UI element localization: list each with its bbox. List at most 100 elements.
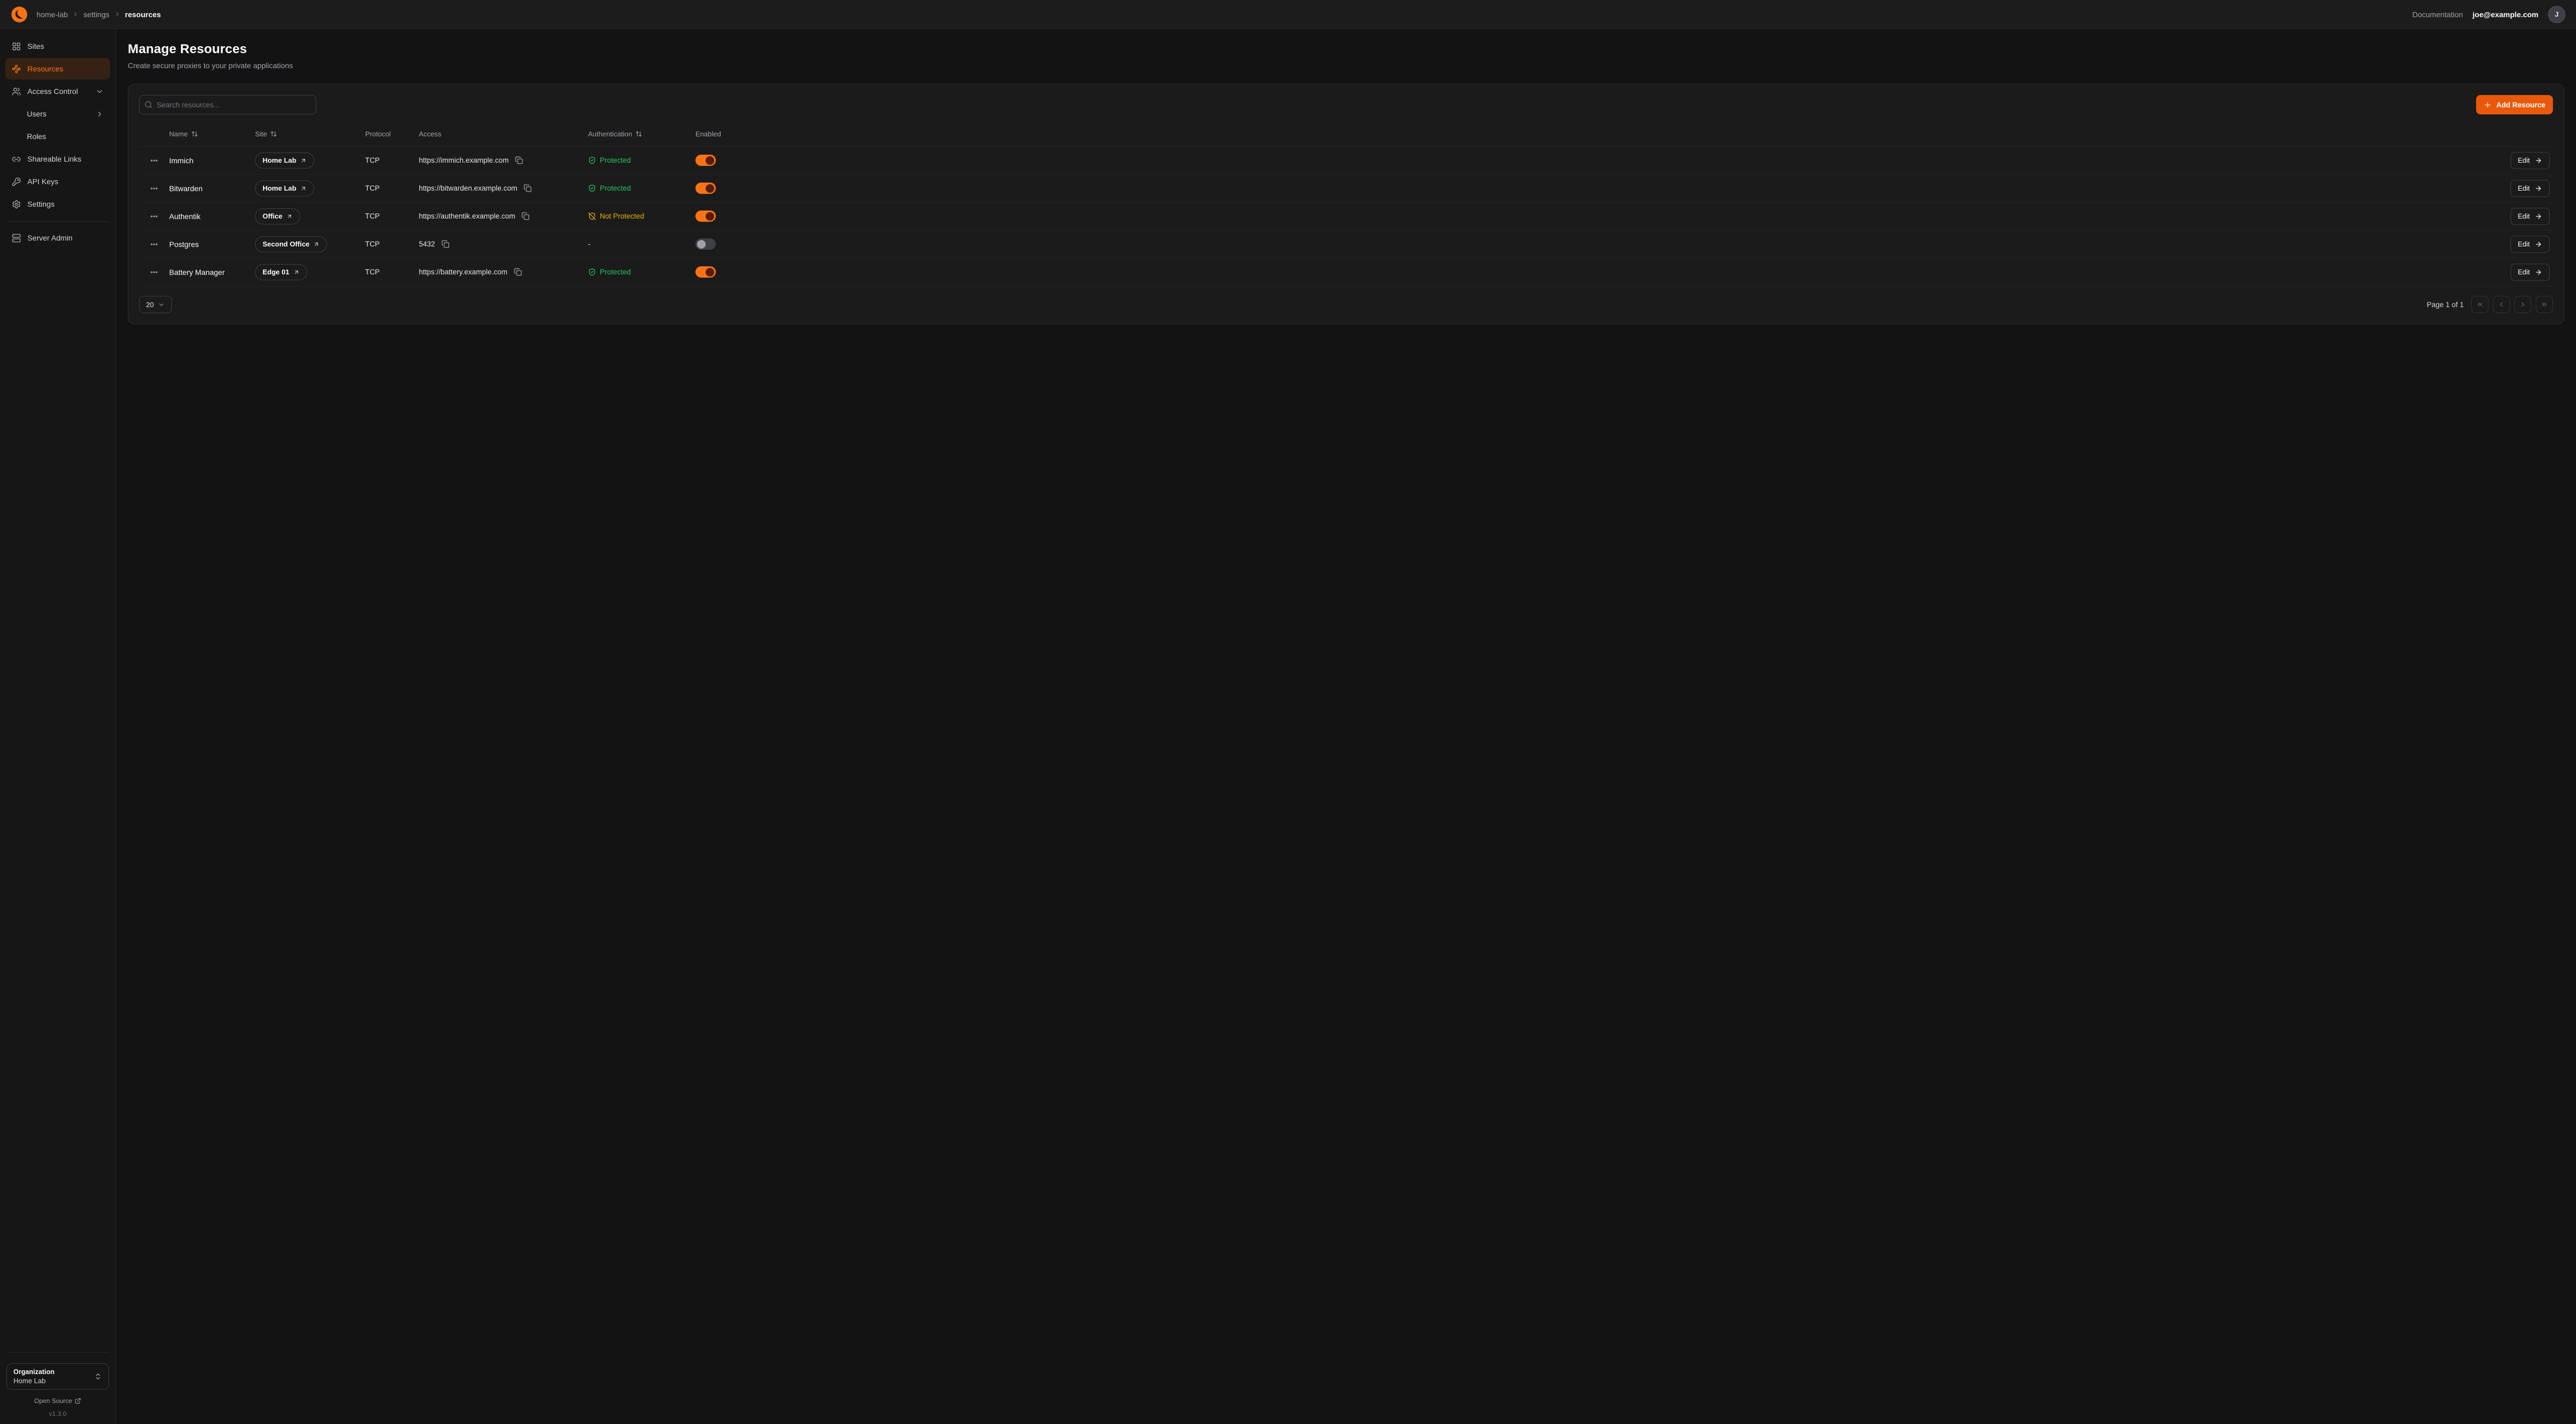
copy-button[interactable] <box>514 155 524 165</box>
site-link-button[interactable]: Edge 01 <box>255 264 307 280</box>
auth-label: - <box>588 240 591 248</box>
sidebar-item-label: Sites <box>27 42 44 50</box>
auth-status: Protected <box>588 184 695 192</box>
resource-access: 5432 <box>419 240 435 248</box>
site-link-button[interactable]: Office <box>255 208 300 224</box>
sort-icon <box>191 130 198 137</box>
add-resource-button[interactable]: Add Resource <box>2476 95 2553 114</box>
chevron-right-icon <box>114 11 121 18</box>
search-input[interactable] <box>139 95 316 114</box>
organization-selector[interactable]: Organization Home Lab <box>6 1363 109 1390</box>
column-header-name[interactable]: Name <box>169 130 255 138</box>
more-horizontal-icon <box>150 156 158 165</box>
site-link-button[interactable]: Home Lab <box>255 152 314 169</box>
site-link-button[interactable]: Second Office <box>255 236 327 252</box>
sidebar-item-users[interactable]: Users <box>5 103 110 125</box>
resource-protocol: TCP <box>365 184 419 192</box>
row-menu-button[interactable] <box>148 154 161 167</box>
sidebar-divider <box>6 1352 109 1353</box>
open-source-label: Open Source <box>34 1397 72 1405</box>
column-header-enabled: Enabled <box>695 130 771 138</box>
sidebar-item-label: Users <box>27 110 47 118</box>
avatar[interactable]: J <box>2548 6 2565 23</box>
auth-status: - <box>588 240 695 248</box>
more-horizontal-icon <box>150 212 158 221</box>
copy-icon <box>524 184 532 192</box>
more-horizontal-icon <box>150 240 158 249</box>
enabled-toggle[interactable] <box>695 183 716 194</box>
sidebar-item-settings[interactable]: Settings <box>5 193 110 215</box>
breadcrumb-settings[interactable]: settings <box>83 10 109 19</box>
auth-status: Protected <box>588 156 695 164</box>
row-menu-button[interactable] <box>148 238 161 251</box>
auth-label: Protected <box>600 156 631 164</box>
column-header-site[interactable]: Site <box>255 130 365 138</box>
auth-status: Protected <box>588 268 695 276</box>
resource-access: https://bitwarden.example.com <box>419 184 517 192</box>
sidebar-item-label: Access Control <box>27 87 78 96</box>
more-horizontal-icon <box>150 268 158 277</box>
edit-button[interactable]: Edit <box>2510 236 2550 253</box>
resource-protocol: TCP <box>365 156 419 164</box>
page-title: Manage Resources <box>128 42 2564 57</box>
organization-value: Home Lab <box>13 1377 94 1385</box>
sidebar-item-sites[interactable]: Sites <box>5 35 110 57</box>
copy-button[interactable] <box>440 239 451 249</box>
next-page-button[interactable] <box>2514 296 2531 313</box>
arrow-up-right-icon <box>300 185 307 192</box>
table-row: Postgres Second Office TCP 5432 - Edit <box>139 230 2553 258</box>
resource-name: Battery Manager <box>169 268 255 277</box>
edit-button[interactable]: Edit <box>2510 180 2550 197</box>
previous-page-button[interactable] <box>2493 296 2510 313</box>
users-icon <box>12 87 21 96</box>
sidebar-item-api-keys[interactable]: API Keys <box>5 171 110 192</box>
shield-check-icon <box>588 268 596 276</box>
row-menu-button[interactable] <box>148 210 161 223</box>
page-size-select[interactable]: 20 <box>139 296 172 313</box>
edit-button[interactable]: Edit <box>2510 152 2550 169</box>
sort-icon <box>270 130 277 137</box>
row-menu-button[interactable] <box>148 182 161 195</box>
column-header-authentication[interactable]: Authentication <box>588 130 695 138</box>
auth-label: Protected <box>600 184 631 192</box>
chevrons-left-icon <box>2476 301 2484 308</box>
copy-button[interactable] <box>513 267 523 277</box>
sidebar-item-label: Server Admin <box>27 234 72 242</box>
resource-protocol: TCP <box>365 212 419 220</box>
row-menu-button[interactable] <box>148 266 161 279</box>
site-link-button[interactable]: Home Lab <box>255 180 314 197</box>
sidebar-item-access-control[interactable]: Access Control <box>5 81 110 102</box>
copy-button[interactable] <box>523 183 533 193</box>
edit-button[interactable]: Edit <box>2510 208 2550 225</box>
external-link-icon <box>75 1398 81 1404</box>
enabled-toggle[interactable] <box>695 210 716 222</box>
sidebar-item-resources[interactable]: Resources <box>5 58 110 79</box>
breadcrumb-org[interactable]: home-lab <box>37 10 68 19</box>
edit-button[interactable]: Edit <box>2510 264 2550 281</box>
enabled-toggle[interactable] <box>695 266 716 278</box>
sites-grid-icon <box>12 42 21 51</box>
first-page-button[interactable] <box>2471 296 2488 313</box>
app-logo-icon[interactable] <box>11 6 28 23</box>
table-row: Battery Manager Edge 01 TCP https://batt… <box>139 258 2553 286</box>
resource-access: https://immich.example.com <box>419 156 509 164</box>
arrow-up-right-icon <box>286 213 293 220</box>
enabled-toggle[interactable] <box>695 238 716 250</box>
resource-access: https://authentik.example.com <box>419 212 515 220</box>
sidebar-item-label: Settings <box>27 200 55 208</box>
auth-label: Protected <box>600 268 631 276</box>
last-page-button[interactable] <box>2536 296 2553 313</box>
link-icon <box>12 155 21 164</box>
enabled-toggle[interactable] <box>695 155 716 166</box>
sidebar-item-shareable-links[interactable]: Shareable Links <box>5 148 110 170</box>
sidebar-item-label: Shareable Links <box>27 155 81 163</box>
documentation-link[interactable]: Documentation <box>2412 10 2463 19</box>
sidebar-item-roles[interactable]: Roles <box>5 126 110 147</box>
copy-button[interactable] <box>520 211 531 221</box>
sidebar: Sites Resources Access Control Users Rol… <box>0 29 116 1424</box>
sidebar-item-server-admin[interactable]: Server Admin <box>5 227 110 249</box>
open-source-link[interactable]: Open Source <box>34 1397 82 1405</box>
copy-icon <box>521 212 529 220</box>
avatar-initial: J <box>2555 10 2558 18</box>
table-row: Authentik Office TCP https://authentik.e… <box>139 202 2553 230</box>
